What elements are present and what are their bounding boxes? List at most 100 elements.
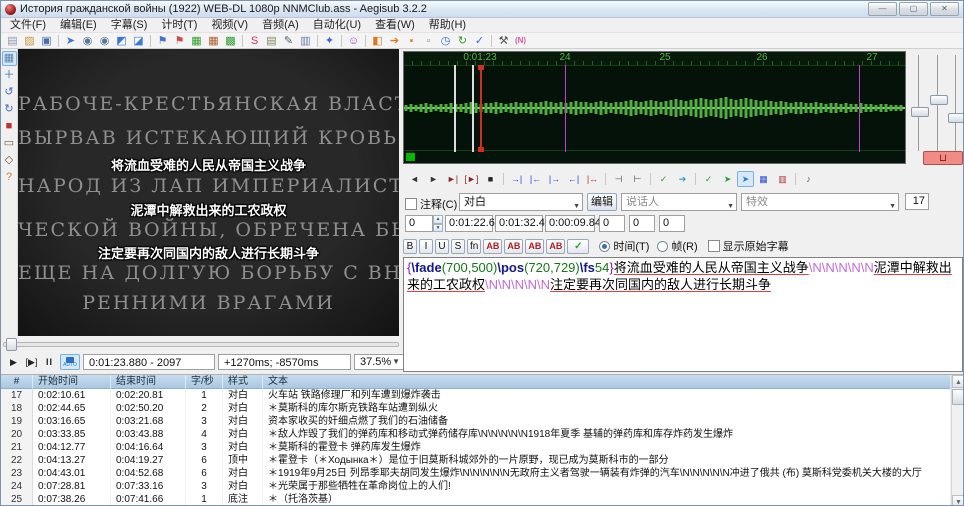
lead-in-icon[interactable]: ⊣: [609, 171, 628, 187]
kanji-timer-icon[interactable]: ➔: [386, 34, 403, 48]
vector-clip-icon[interactable]: ◇: [2, 153, 17, 168]
menu-edit[interactable]: 编辑(E): [53, 18, 104, 33]
play-line-icon[interactable]: [►]: [462, 171, 481, 187]
comment-checkbox[interactable]: 注释(C): [405, 196, 457, 212]
frame-mode-radio[interactable]: 帧(R): [657, 238, 697, 254]
keyframe-marker[interactable]: [565, 65, 566, 152]
table-row[interactable]: 250:07:38.260:07:41.661底注＊（托洛茨基）: [1, 493, 951, 506]
close-button[interactable]: ✕: [930, 2, 959, 16]
play-last-500-icon[interactable]: ←|: [564, 171, 583, 187]
timing-post-processor-icon[interactable]: ▪: [403, 34, 420, 48]
open-subtitles-icon[interactable]: ▨: [21, 34, 38, 48]
seek-track[interactable]: [3, 342, 399, 347]
scrollbar-thumb[interactable]: [952, 389, 964, 405]
jump-video-end-icon[interactable]: ◪: [130, 34, 147, 48]
layer-spinner[interactable]: ▲▼: [433, 215, 443, 232]
resample-icon[interactable]: ↻: [454, 34, 471, 48]
styling-assistant-icon[interactable]: ☺: [345, 34, 362, 48]
standard-mode-icon[interactable]: ▦: [2, 51, 17, 66]
snap-end-to-video-icon[interactable]: ⚑: [171, 34, 188, 48]
menu-view[interactable]: 查看(W): [368, 18, 422, 33]
slider-thumb[interactable]: [930, 95, 948, 105]
edit-style-button[interactable]: 编辑: [587, 193, 617, 211]
open-timecodes-icon[interactable]: ▫: [420, 34, 437, 48]
play-500-before-icon[interactable]: →|: [507, 171, 526, 187]
duration-field[interactable]: 0:00:09.84: [545, 215, 595, 232]
new-subtitles-icon[interactable]: ▤: [4, 34, 21, 48]
horizontal-zoom-slider[interactable]: [911, 55, 927, 151]
slider-thumb[interactable]: [948, 113, 964, 123]
table-row[interactable]: 180:02:44.650:02:50.202对白＊莫斯科的库尔斯克铁路车站遭到…: [1, 402, 951, 416]
menu-audio[interactable]: 音频(A): [255, 18, 306, 33]
shadow-color-button[interactable]: AB: [546, 239, 565, 254]
link-zoom-volume-button[interactable]: ⊔: [923, 151, 963, 165]
select-visible-icon[interactable]: ▩: [222, 34, 239, 48]
audio-waveform-display[interactable]: 0:01:2324252627: [403, 51, 906, 164]
resample-resolution-icon[interactable]: ▦: [205, 34, 222, 48]
layer-field[interactable]: 0: [405, 215, 433, 232]
menu-file[interactable]: 文件(F): [3, 18, 53, 33]
seek-thumb[interactable]: [6, 338, 17, 351]
show-original-checkbox[interactable]: 显示原始字幕: [708, 238, 789, 254]
volume-slider[interactable]: [948, 55, 964, 151]
karaoke-icon[interactable]: ♪: [799, 171, 818, 187]
inactive-line-end-marker[interactable]: [472, 65, 474, 152]
zoom-out-icon[interactable]: ◉: [96, 34, 113, 48]
table-row[interactable]: 230:04:43.010:04:52.686对白＊1919年9月25日 列昂季…: [1, 467, 951, 481]
video-display[interactable]: РАБОЧЕ-КРЕСТЬЯНСКАЯ ВЛАСТЬ,ВЫРВАВ ИСТЕКА…: [18, 49, 399, 336]
stop-icon[interactable]: ■: [481, 171, 500, 187]
selection-start-marker[interactable]: [480, 65, 482, 152]
menu-timing[interactable]: 计时(T): [154, 18, 204, 33]
table-row[interactable]: 190:03:16.650:03:21.683对白资本家收买的奸细点燃了我们的石…: [1, 415, 951, 429]
inactive-line-start-marker[interactable]: [454, 65, 456, 152]
table-row[interactable]: 240:07:28.810:07:33.163对白＊光荣属于那些牺牲在革命岗位上…: [1, 480, 951, 494]
slider-thumb[interactable]: [911, 107, 929, 117]
scale-mode-icon[interactable]: ■: [2, 119, 17, 134]
grid-header-5[interactable]: 文本: [263, 375, 951, 389]
lead-out-icon[interactable]: ⊢: [628, 171, 647, 187]
scroll-up-icon[interactable]: ▲: [952, 375, 964, 388]
effect-select[interactable]: 特效▼: [741, 193, 899, 211]
rotate-xy-icon[interactable]: ↻: [2, 102, 17, 117]
style-select[interactable]: 对白▼: [459, 193, 583, 211]
keyframe-marker[interactable]: [859, 65, 860, 152]
grid-header-1[interactable]: 开始时间: [33, 375, 111, 389]
commit-button[interactable]: ✓: [567, 239, 589, 254]
scroll-down-icon[interactable]: ▼: [952, 495, 964, 506]
snap-start-to-video-icon[interactable]: ⚑: [154, 34, 171, 48]
auto-scroll-icon[interactable]: ➤: [737, 171, 754, 187]
grid-scrollbar[interactable]: ▲ ▼: [951, 375, 964, 506]
video-auto-seek-button[interactable]: AUTO: [60, 354, 80, 370]
auto-next-icon[interactable]: ➤: [718, 171, 737, 187]
margin-right-field[interactable]: 0: [629, 215, 655, 232]
translation-assistant-icon[interactable]: ✦: [321, 34, 338, 48]
fonts-collector-icon[interactable]: ✎: [280, 34, 297, 48]
help-icon[interactable]: ?: [2, 170, 17, 185]
spectrum-toggle-icon[interactable]: ▦: [754, 171, 773, 187]
minimize-button[interactable]: —: [868, 2, 897, 16]
jump-to-icon[interactable]: ➤: [62, 34, 79, 48]
start-time-field[interactable]: 0:01:22.61: [445, 215, 493, 232]
automation-icon[interactable]: ⚒: [495, 34, 512, 48]
maximize-button[interactable]: ▢: [899, 2, 928, 16]
play-to-end-icon[interactable]: |↔: [583, 171, 602, 187]
outline-color-button[interactable]: AB: [525, 239, 544, 254]
goto-selection-icon[interactable]: ➔: [673, 171, 692, 187]
shift-times-icon[interactable]: ◧: [369, 34, 386, 48]
time-mode-radio[interactable]: 时间(T): [599, 238, 649, 254]
secondary-color-button[interactable]: AB: [504, 239, 523, 254]
grid-header-0[interactable]: #: [1, 375, 33, 389]
save-subtitles-icon[interactable]: ▣: [38, 34, 55, 48]
margin-left-field[interactable]: 0: [599, 215, 625, 232]
grid-header-4[interactable]: 样式: [223, 375, 263, 389]
video-play-line-button[interactable]: [▶]: [24, 355, 39, 370]
vertical-link-icon[interactable]: ▥: [773, 171, 792, 187]
jump-video-start-icon[interactable]: ◩: [113, 34, 130, 48]
table-row[interactable]: 210:04:12.770:04:16.643对白＊莫斯科的霍登卡 弹药库发生爆…: [1, 441, 951, 455]
menu-automation[interactable]: 自动化(U): [306, 18, 368, 33]
video-seek-slider[interactable]: [1, 337, 401, 350]
end-time-field[interactable]: 0:01:32.45: [495, 215, 543, 232]
table-row[interactable]: 220:04:13.270:04:19.276顶中＊霍登卡（＊Ходынка＊）…: [1, 454, 951, 468]
vertical-zoom-slider[interactable]: [930, 55, 946, 151]
video-zoom-select[interactable]: 37.5% ▼: [354, 354, 406, 370]
